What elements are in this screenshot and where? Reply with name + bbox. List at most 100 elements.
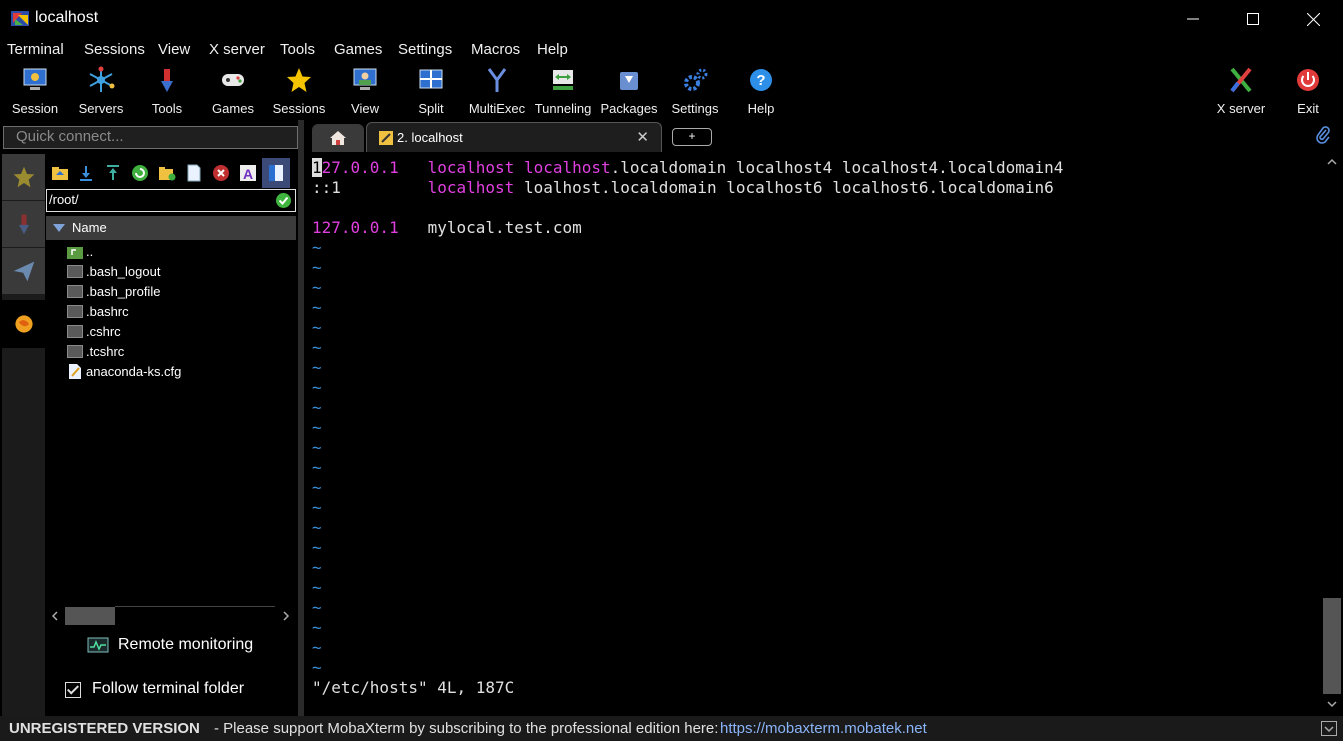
tab-close-icon[interactable]: ✕ bbox=[636, 128, 649, 146]
sftp-globe-icon bbox=[14, 315, 33, 333]
terminal-hostname: mylocal.test.com bbox=[427, 218, 582, 237]
new-tab-button[interactable]: + bbox=[672, 128, 712, 146]
new-file-icon[interactable] bbox=[185, 164, 203, 182]
star-icon bbox=[287, 68, 311, 92]
menu-settings[interactable]: Settings bbox=[398, 41, 452, 58]
attach-icon[interactable] bbox=[1315, 126, 1331, 144]
parent-folder-icon bbox=[67, 247, 83, 259]
settings-button[interactable]: Settings bbox=[662, 66, 728, 120]
rename-icon[interactable]: A bbox=[239, 164, 257, 182]
vim-tilde: ~ bbox=[312, 258, 322, 277]
menu-games[interactable]: Games bbox=[334, 41, 382, 58]
svg-text:?: ? bbox=[756, 72, 765, 89]
sidebar-tab-macros[interactable] bbox=[2, 248, 45, 295]
multiexec-icon bbox=[487, 68, 507, 92]
file-name: .bash_logout bbox=[86, 264, 161, 279]
terminal-ip: 127.0.0.1 bbox=[312, 158, 399, 177]
scroll-up-icon[interactable] bbox=[1327, 158, 1337, 166]
vim-tilde: ~ bbox=[312, 418, 322, 437]
star-icon bbox=[13, 166, 34, 188]
vim-tilde: ~ bbox=[312, 598, 322, 617]
view-icon bbox=[353, 68, 377, 90]
scroll-right-icon[interactable] bbox=[282, 611, 290, 621]
tools-button[interactable]: Tools bbox=[134, 66, 200, 120]
exit-button[interactable]: Exit bbox=[1275, 66, 1341, 120]
games-button[interactable]: Games bbox=[200, 66, 266, 120]
vim-tilde: ~ bbox=[312, 298, 322, 317]
minimize-button[interactable] bbox=[1163, 0, 1223, 38]
menu-sessions[interactable]: Sessions bbox=[84, 41, 145, 58]
sidebar-tab-sessions[interactable] bbox=[2, 154, 45, 201]
unregistered-version-label: UNREGISTERED VERSION bbox=[9, 720, 200, 737]
file-icon bbox=[67, 285, 83, 298]
download-icon[interactable] bbox=[77, 164, 95, 182]
horizontal-scroll-thumb[interactable] bbox=[65, 607, 115, 625]
sidebar-tab-tools[interactable] bbox=[2, 201, 45, 248]
view-button[interactable]: View bbox=[332, 66, 398, 120]
menu-x-server[interactable]: X server bbox=[209, 41, 265, 58]
paper-plane-icon bbox=[13, 261, 34, 282]
menu-terminal[interactable]: Terminal bbox=[7, 41, 64, 58]
split-label: Split bbox=[418, 101, 444, 116]
scroll-down-icon[interactable] bbox=[1327, 700, 1337, 708]
help-button[interactable]: ? Help bbox=[728, 66, 794, 120]
keyboard-icon[interactable] bbox=[1321, 721, 1337, 736]
menu-tools[interactable]: Tools bbox=[280, 41, 315, 58]
sessions-button[interactable]: Sessions bbox=[266, 66, 332, 120]
path-ok-icon[interactable] bbox=[276, 193, 291, 208]
quick-connect-input[interactable]: Quick connect... bbox=[3, 126, 298, 149]
sort-triangle-icon bbox=[53, 224, 65, 232]
vim-tilde: ~ bbox=[312, 518, 322, 537]
sidebar-tab-sftp[interactable] bbox=[2, 300, 45, 349]
packages-icon bbox=[620, 72, 638, 90]
folder-up-icon[interactable] bbox=[51, 164, 69, 182]
delete-icon[interactable] bbox=[212, 164, 230, 182]
maximize-button[interactable] bbox=[1223, 0, 1283, 38]
close-window-button[interactable] bbox=[1283, 0, 1343, 38]
vim-tilde: ~ bbox=[312, 378, 322, 397]
vim-tilde: ~ bbox=[312, 278, 322, 297]
vim-tilde: ~ bbox=[312, 538, 322, 557]
new-folder-icon[interactable] bbox=[158, 164, 176, 182]
vim-tilde: ~ bbox=[312, 658, 322, 677]
vim-tilde: ~ bbox=[312, 578, 322, 597]
vim-tilde: ~ bbox=[312, 358, 322, 377]
menu-macros[interactable]: Macros bbox=[471, 41, 520, 58]
scroll-left-icon[interactable] bbox=[51, 611, 59, 621]
file-browser-toolbar: A bbox=[45, 158, 298, 188]
multiexec-button[interactable]: MultiExec bbox=[464, 66, 530, 120]
file-name: .cshrc bbox=[86, 324, 121, 339]
tab-localhost[interactable]: 2. localhost ✕ bbox=[366, 122, 662, 152]
vim-status-line: "/etc/hosts" 4L, 187C bbox=[312, 678, 515, 697]
servers-button[interactable]: Servers bbox=[68, 66, 134, 120]
vim-tilde: ~ bbox=[312, 458, 322, 477]
terminal-output[interactable]: 127.0.0.1 localhost localhost.localdomai… bbox=[304, 152, 1322, 716]
path-input[interactable]: /root/ bbox=[46, 189, 296, 212]
file-icon bbox=[67, 345, 83, 358]
mobatek-link[interactable]: https://mobaxterm.mobatek.net bbox=[720, 720, 927, 737]
terminal-scroll-thumb[interactable] bbox=[1323, 598, 1341, 694]
checkbox-checked-icon[interactable] bbox=[65, 682, 81, 698]
vim-tilde: ~ bbox=[312, 618, 322, 637]
packages-button[interactable]: Packages bbox=[596, 66, 662, 120]
vim-tilde: ~ bbox=[312, 238, 322, 257]
session-button[interactable]: Session bbox=[2, 66, 68, 120]
x-server-button[interactable]: X server bbox=[1208, 66, 1274, 120]
sessions-label: Sessions bbox=[272, 101, 326, 116]
tunneling-button[interactable]: Tunneling bbox=[530, 66, 596, 120]
upload-icon[interactable] bbox=[104, 164, 122, 182]
settings-label: Settings bbox=[671, 101, 719, 116]
scroll-track bbox=[115, 606, 275, 607]
split-button[interactable]: Split bbox=[398, 66, 464, 120]
gear-icon bbox=[684, 68, 708, 91]
vim-tilde: ~ bbox=[312, 558, 322, 577]
svg-text:A: A bbox=[243, 166, 253, 182]
horizontal-scrollbar[interactable] bbox=[45, 606, 298, 626]
session-label: Session bbox=[11, 101, 59, 116]
menu-view[interactable]: View bbox=[158, 41, 190, 58]
toggle-hidden-files-button[interactable] bbox=[262, 158, 290, 188]
refresh-icon[interactable] bbox=[131, 164, 149, 182]
menu-help[interactable]: Help bbox=[537, 41, 568, 58]
home-tab[interactable] bbox=[312, 124, 364, 152]
name-column-header[interactable]: Name bbox=[46, 216, 296, 240]
